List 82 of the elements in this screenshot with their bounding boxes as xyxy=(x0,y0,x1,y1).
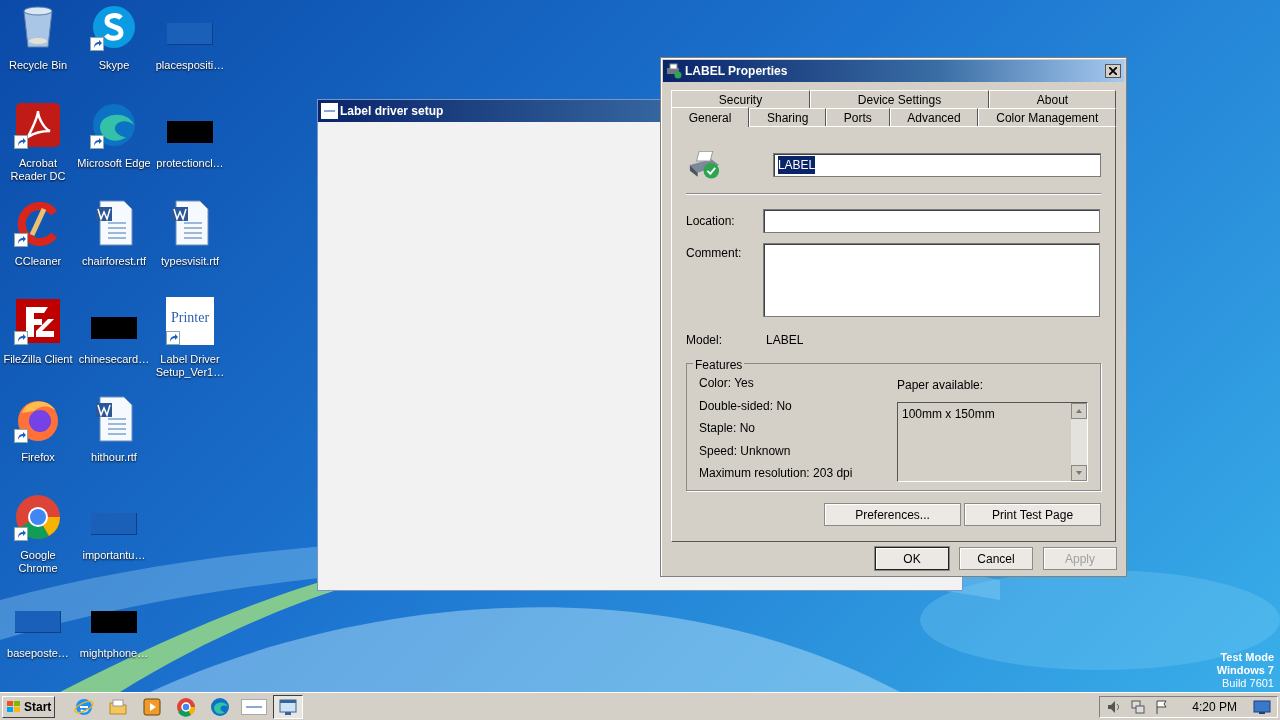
file-thumbnail-icon xyxy=(15,611,61,633)
file-thumbnail-icon xyxy=(167,23,213,45)
desktop-icon-label[interactable]: importantu… xyxy=(76,549,152,562)
tab[interactable]: Color Management xyxy=(978,108,1117,126)
media-player-icon xyxy=(142,696,163,717)
tab[interactable]: Advanced xyxy=(889,108,979,126)
field-label: Model: xyxy=(686,332,724,349)
location-field[interactable] xyxy=(763,209,1100,233)
filezilla-icon xyxy=(14,297,62,345)
desktop-icon-label[interactable]: Acrobat Reader DC xyxy=(0,157,76,183)
field-label: Comment: xyxy=(686,245,743,262)
desktop-icon-label[interactable]: Label Driver Setup_Ver1… xyxy=(152,353,228,379)
scroll-down-icon[interactable] xyxy=(1071,465,1087,481)
setup-app-icon xyxy=(321,103,338,119)
tab[interactable]: Device Settings xyxy=(810,90,989,108)
os-build-text: Test Mode xyxy=(1220,651,1274,664)
tab[interactable]: General xyxy=(671,107,750,127)
tab[interactable]: Sharing xyxy=(749,108,827,126)
browser-e-icon xyxy=(74,696,95,717)
printer-icon xyxy=(666,63,682,79)
taskbar-button[interactable] xyxy=(273,694,304,719)
field-value: LABEL xyxy=(777,156,816,174)
desktop-icon-label[interactable]: typesvisit.rtf xyxy=(152,255,228,268)
desktop-icon-label[interactable]: chinesecard… xyxy=(76,353,152,366)
field-label: Location: xyxy=(686,213,736,230)
paper-list[interactable]: 100mm x 150mm xyxy=(897,402,1088,482)
desktop-icon-label[interactable]: Firefox xyxy=(0,451,76,464)
desktop-icon-label[interactable]: baseposte… xyxy=(0,647,76,660)
edge-icon xyxy=(210,696,231,717)
desktop-icon-label[interactable]: protectioncl… xyxy=(152,157,228,170)
model-value: LABEL xyxy=(766,332,804,349)
desktop-icon-label[interactable]: chairforest.rtf xyxy=(76,255,152,268)
feature-text: Maximum resolution: 203 dpi xyxy=(699,466,854,482)
network-icon[interactable] xyxy=(1130,698,1147,715)
paper-label: Paper available: xyxy=(897,377,985,394)
dialog-button[interactable]: Preferences... xyxy=(824,503,961,526)
desktop-icon-label[interactable]: FileZilla Client xyxy=(0,353,76,366)
desktop-icon-label[interactable]: mightphone… xyxy=(76,647,152,660)
windows-logo-icon xyxy=(6,699,22,714)
pdf-app-icon xyxy=(14,101,62,149)
file-thumbnail-icon xyxy=(167,121,213,143)
close-icon xyxy=(1109,67,1117,75)
setup-app-icon xyxy=(241,698,268,715)
printer-name-field[interactable]: LABEL xyxy=(772,153,1101,177)
feature-text: Staple: No xyxy=(699,421,757,437)
skype-icon xyxy=(90,3,138,51)
file-thumbnail-icon xyxy=(91,611,137,633)
window-icon xyxy=(278,696,299,717)
desktop-icon-label[interactable]: placespositi… xyxy=(152,59,228,72)
os-build-text: Build 7601 xyxy=(1222,677,1274,690)
file-thumbnail-icon xyxy=(91,513,137,535)
tab[interactable]: Security xyxy=(671,90,810,108)
scrollbar[interactable] xyxy=(1071,403,1087,481)
desktop-icon-label[interactable]: Recycle Bin xyxy=(0,59,76,72)
os-build-text: Windows 7 xyxy=(1216,664,1274,677)
start-button[interactable]: Start xyxy=(2,695,56,718)
window-title: Label driver setup xyxy=(340,103,444,120)
feature-text: Color: Yes xyxy=(699,376,755,392)
feature-text: Speed: Unknown xyxy=(699,443,792,459)
desktop-icon-label[interactable]: Skype xyxy=(76,59,152,72)
file-thumbnail-icon xyxy=(91,317,137,339)
scroll-up-icon[interactable] xyxy=(1071,403,1087,419)
desktop-icon-label[interactable]: CCleaner xyxy=(0,255,76,268)
desktop-icon-label[interactable]: Google Chrome xyxy=(0,549,76,575)
dialog-button[interactable]: Cancel xyxy=(959,547,1033,570)
icon-caption: Printer xyxy=(170,311,210,325)
show-desktop-icon[interactable] xyxy=(1253,698,1271,715)
tab[interactable]: About xyxy=(989,90,1116,108)
feature-text: Double-sided: No xyxy=(699,398,793,414)
desktop-icon-label[interactable]: hithour.rtf xyxy=(76,451,152,464)
tab[interactable]: Ports xyxy=(826,108,890,126)
comment-field[interactable] xyxy=(763,243,1100,317)
desktop-icon-label[interactable]: Microsoft Edge xyxy=(76,157,152,170)
folder-icon xyxy=(108,696,129,717)
dialog-button[interactable]: Print Test Page xyxy=(964,503,1101,526)
close-button[interactable] xyxy=(1105,64,1121,78)
chrome-icon xyxy=(176,696,197,717)
paper-item[interactable]: 100mm x 150mm xyxy=(902,405,1067,423)
chrome-icon xyxy=(14,493,62,541)
dialog-button[interactable]: OK xyxy=(875,547,949,570)
edge-icon xyxy=(90,101,138,149)
window-title: LABEL Properties xyxy=(685,63,789,80)
